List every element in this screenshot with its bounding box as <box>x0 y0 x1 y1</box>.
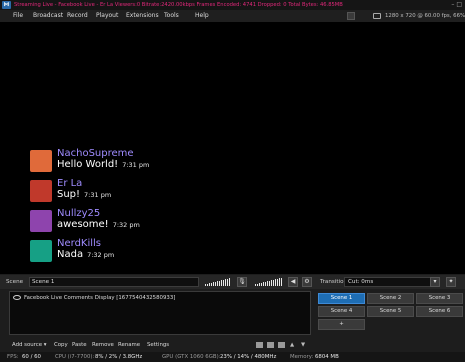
move-down-icon[interactable]: ▼ <box>301 340 305 350</box>
source-toolbar: Add source ▾ Copy Paste Remove Rename Se… <box>9 340 311 350</box>
comment-time: 7:31 pm <box>122 161 150 169</box>
preview-canvas[interactable]: NachoSupreme Hello World! 7:31 pm Er La S… <box>0 22 465 274</box>
output-resolution: 1280 x 720 @ 60.00 fps, 66% <box>385 13 465 19</box>
move-up-icon[interactable]: ▲ <box>290 340 294 350</box>
gear-icon[interactable]: ⚙ <box>302 277 312 287</box>
source-label: Facebook Live Comments Display [16775404… <box>24 295 176 301</box>
source-item[interactable]: Facebook Live Comments Display [16775404… <box>13 295 175 301</box>
microphone-icon[interactable]: 🎙 <box>237 277 247 287</box>
app-logo-icon: ⋈ <box>2 1 11 9</box>
window-title: Streaming Live - Facebook Live - Er La V… <box>14 2 343 8</box>
speaker-volume-meter[interactable] <box>205 278 231 286</box>
fps-label: FPS: <box>7 354 19 360</box>
comment-time: 7:32 pm <box>112 221 140 229</box>
paste-button[interactable]: Paste <box>72 340 87 350</box>
gpu-value: 23% / 14% / 480MHz <box>220 354 277 360</box>
menu-extensions[interactable]: Extensions <box>126 10 159 22</box>
copy-button[interactable]: Copy <box>54 340 68 350</box>
menu-bar: File Broadcast Record Playout Extensions… <box>0 10 465 22</box>
transition-label: Transition <box>320 279 348 285</box>
comment-time: 7:31 pm <box>84 191 112 199</box>
remove-button[interactable]: Remove <box>92 340 114 350</box>
scene-buttons: Scene 1 Scene 2 Scene 3 Scene 4 Scene 5 … <box>317 292 463 338</box>
fit-screen-icon[interactable] <box>267 342 274 348</box>
scene-button-6[interactable]: Scene 6 <box>416 306 463 317</box>
scene-select[interactable]: Scene 1 <box>29 277 199 287</box>
comment-text: awesome! <box>57 219 109 230</box>
memory-label: Memory: <box>290 354 314 360</box>
cpu-value: 8% / 2% / 3.8GHz <box>95 354 143 360</box>
transition-select[interactable]: Cut: 0ms <box>344 277 440 287</box>
avatar <box>30 150 52 172</box>
window-controls[interactable]: – □ <box>451 0 462 10</box>
comment-author: Nullzy25 <box>57 208 101 219</box>
layout-icon[interactable] <box>278 342 285 348</box>
avatar <box>30 240 52 262</box>
scene-bar: Scene Scene 1 🎙 ◀ ⚙ Transition Cut: 0ms … <box>0 275 465 289</box>
menu-file[interactable]: File <box>13 10 23 22</box>
scene-button-3[interactable]: Scene 3 <box>416 293 463 304</box>
comment-message: Nada 7:32 pm <box>57 249 114 260</box>
transition-settings-icon[interactable]: ✦ <box>446 277 456 287</box>
comment-text: Nada <box>57 249 84 260</box>
comment-author: Er La <box>57 178 83 189</box>
menu-broadcast[interactable]: Broadcast <box>33 10 63 22</box>
menu-tools[interactable]: Tools <box>164 10 179 22</box>
gpu-label: GPU (GTX 1060 6GB): <box>162 354 221 360</box>
avatar <box>30 210 52 232</box>
comment-text: Sup! <box>57 189 81 200</box>
add-source-button[interactable]: Add source ▾ <box>12 340 46 350</box>
sources-list[interactable]: Facebook Live Comments Display [16775404… <box>9 291 311 335</box>
comment-message: Hello World! 7:31 pm <box>57 159 149 170</box>
lock-icon[interactable] <box>256 342 263 348</box>
status-bar: FPS: 60 / 60 CPU (i7-7700): 8% / 2% / 3.… <box>0 352 465 362</box>
scene-button-1[interactable]: Scene 1 <box>318 293 365 304</box>
add-scene-button[interactable]: + <box>318 319 365 330</box>
display-icon <box>373 13 381 19</box>
eye-icon[interactable] <box>13 295 21 300</box>
avatar <box>30 180 52 202</box>
scene-button-4[interactable]: Scene 4 <box>318 306 365 317</box>
comment-message: Sup! 7:31 pm <box>57 189 111 200</box>
menu-playout[interactable]: Playout <box>96 10 118 22</box>
chevron-down-icon[interactable]: ▾ <box>430 277 440 287</box>
fps-value: 60 / 60 <box>22 354 41 360</box>
memory-value: 6804 MB <box>315 354 339 360</box>
comment-message: awesome! 7:32 pm <box>57 219 140 230</box>
comment-text: Hello World! <box>57 159 119 170</box>
layout-grid-icon[interactable] <box>347 12 355 20</box>
scene-label: Scene <box>6 279 24 285</box>
rename-button[interactable]: Rename <box>118 340 140 350</box>
menu-help[interactable]: Help <box>195 10 209 22</box>
scene-button-5[interactable]: Scene 5 <box>367 306 414 317</box>
comment-time: 7:32 pm <box>87 251 115 259</box>
mic-volume-meter[interactable] <box>255 278 285 286</box>
settings-button[interactable]: Settings <box>147 340 169 350</box>
comment-author: NerdKills <box>57 238 102 249</box>
comment-author: NachoSupreme <box>57 148 134 159</box>
title-bar: ⋈ Streaming Live - Facebook Live - Er La… <box>0 0 465 10</box>
cpu-label: CPU (i7-7700): <box>55 354 95 360</box>
scene-button-2[interactable]: Scene 2 <box>367 293 414 304</box>
menu-record[interactable]: Record <box>67 10 88 22</box>
speaker-icon[interactable]: ◀ <box>288 277 298 287</box>
